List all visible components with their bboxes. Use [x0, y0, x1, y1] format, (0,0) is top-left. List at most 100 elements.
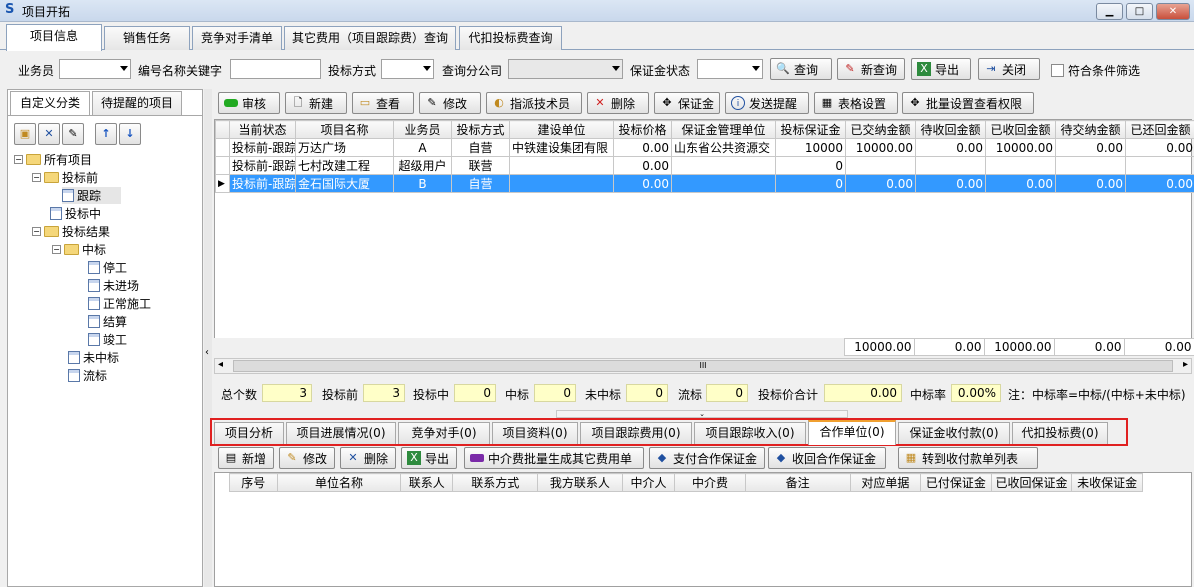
tree-node[interactable]: 未进场 — [88, 277, 139, 294]
new-query-button[interactable]: ✎ 新查询 — [837, 58, 905, 80]
tree-node[interactable]: 流标 — [68, 367, 107, 384]
col-header[interactable]: 投标保证金 — [775, 120, 846, 139]
view-button[interactable]: ▭ 查看 — [352, 92, 414, 114]
col-header[interactable]: 我方联系人 — [537, 473, 623, 492]
tab-competitors[interactable]: 竞争对手清单 — [192, 26, 282, 50]
col-header[interactable]: 中介人 — [621, 473, 676, 492]
salesman-select[interactable] — [59, 59, 131, 79]
tab-competitor[interactable]: 竞争对手(0) — [398, 422, 490, 444]
bottom-delete-button[interactable]: ✕ 删除 — [340, 447, 396, 469]
bottom-edit-button[interactable]: ✎ 修改 — [279, 447, 335, 469]
tree-node[interactable]: 结算 — [88, 313, 127, 330]
horizontal-scrollbar[interactable]: ◂ III ▸ — [214, 358, 1192, 374]
col-header[interactable]: 已付保证金 — [920, 473, 992, 492]
branch-select[interactable] — [508, 59, 623, 79]
tab-custom-category[interactable]: 自定义分类 — [10, 91, 90, 115]
delete-button[interactable]: ✕ 删除 — [587, 92, 649, 114]
scroll-right-icon[interactable]: ▸ — [1183, 359, 1188, 370]
tab-bid-fee-query[interactable]: 代扣投标费查询 — [459, 26, 562, 50]
col-header[interactable]: 备注 — [744, 473, 851, 492]
bid-method-select[interactable] — [381, 59, 434, 79]
edit-category-button[interactable]: ✎ — [62, 123, 84, 145]
collapse-icon[interactable]: − — [52, 245, 61, 254]
tree-node[interactable]: − 所有项目 — [14, 151, 92, 168]
panel-splitter[interactable]: ‹ — [204, 89, 212, 587]
tab-other-fees[interactable]: 其它费用（项目跟踪费）查询 — [284, 26, 456, 50]
batch-fee-button[interactable]: 中介费批量生成其它费用单 — [464, 447, 644, 469]
move-down-button[interactable]: ↓ — [119, 123, 141, 145]
col-header[interactable]: 待交纳金额 — [1055, 120, 1126, 139]
tree-node[interactable]: 投标中 — [50, 205, 101, 222]
table-row-selected[interactable]: ▶ 投标前-跟踪 金石国际大厦 B 自营 0.00 0 0.00 0.00 0.00 0.00 0.0… — [215, 174, 1194, 193]
tab-withheld-bid-fee[interactable]: 代扣投标费(0) — [1012, 422, 1108, 444]
table-settings-button[interactable]: ▦ 表格设置 — [814, 92, 898, 114]
to-payment-list-button[interactable]: ▦ 转到收付款单列表 — [898, 447, 1038, 469]
col-header[interactable]: 已收回金额 — [985, 120, 1056, 139]
add-button[interactable]: ▤ 新增 — [218, 447, 274, 469]
tab-documents[interactable]: 项目资料(0) — [492, 422, 578, 444]
deposit-status-select[interactable] — [697, 59, 763, 79]
query-button[interactable]: 🔍 查询 — [770, 58, 832, 80]
delete-category-button[interactable]: ✕ — [38, 123, 60, 145]
col-header[interactable]: 已交纳金额 — [845, 120, 916, 139]
tab-sales-task[interactable]: 销售任务 — [104, 26, 190, 50]
deposit-button[interactable]: ✥ 保证金 — [654, 92, 720, 114]
pay-deposit-button[interactable]: ◆ 支付合作保证金 — [649, 447, 765, 469]
col-header[interactable]: 保证金管理单位 — [671, 120, 776, 139]
tab-project-info[interactable]: 项目信息 — [6, 24, 102, 51]
tree-node[interactable]: − 投标结果 — [32, 223, 110, 240]
col-header[interactable]: 当前状态 — [229, 120, 296, 139]
batch-permission-button[interactable]: ✥ 批量设置查看权限 — [902, 92, 1034, 114]
collapse-icon[interactable]: − — [32, 173, 41, 182]
assign-tech-button[interactable]: ◐ 指派技术员 — [486, 92, 582, 114]
send-reminder-button[interactable]: i 发送提醒 — [725, 92, 809, 114]
table-row[interactable]: 投标前-跟踪 万达广场 A 自营 中铁建设集团有限 0.00 山东省公共资源交 10000 10… — [215, 138, 1194, 157]
collapse-panel-handle[interactable]: ⌄ — [556, 410, 848, 418]
close-button[interactable]: ⇥ 关闭 — [978, 58, 1040, 80]
tree-node[interactable]: 竣工 — [88, 331, 127, 348]
audit-button[interactable]: 审核 — [218, 92, 280, 114]
col-header[interactable]: 未收保证金 — [1071, 473, 1143, 492]
keyword-input[interactable] — [230, 59, 321, 79]
col-header[interactable]: 已还回金额 — [1125, 120, 1194, 139]
collapse-icon[interactable]: − — [32, 227, 41, 236]
col-header[interactable]: 序号 — [228, 473, 279, 492]
maximize-button[interactable]: □ — [1126, 3, 1153, 20]
col-header[interactable]: 投标价格 — [613, 120, 672, 139]
match-filter-checkbox[interactable] — [1051, 64, 1064, 77]
tab-project-analysis[interactable]: 项目分析 — [214, 422, 284, 444]
new-button[interactable]: 🗋 新建 — [285, 92, 347, 114]
col-header[interactable]: 项目名称 — [295, 120, 394, 139]
tab-tracking-income[interactable]: 项目跟踪收入(0) — [694, 422, 806, 444]
col-header[interactable]: 待收回金额 — [915, 120, 986, 139]
collapse-icon[interactable]: − — [14, 155, 23, 164]
col-header[interactable]: 联系方式 — [452, 473, 539, 492]
recv-deposit-button[interactable]: ◆ 收回合作保证金 — [768, 447, 886, 469]
col-header[interactable]: 业务员 — [393, 120, 452, 139]
close-window-button[interactable]: ✕ — [1156, 3, 1190, 20]
col-header[interactable]: 对应单据 — [849, 473, 922, 492]
minimize-button[interactable]: ▁ — [1096, 3, 1123, 20]
tree-node[interactable]: 未中标 — [68, 349, 119, 366]
col-header[interactable]: 建设单位 — [509, 120, 614, 139]
tree-node[interactable]: − 中标 — [52, 241, 106, 258]
tab-reminders[interactable]: 待提醒的项目 — [92, 91, 182, 115]
table-row[interactable]: 投标前-跟踪 七村改建工程 超级用户 联营 0.00 0 — [215, 156, 1194, 175]
bottom-export-button[interactable]: X 导出 — [401, 447, 457, 469]
move-up-button[interactable]: ↑ — [95, 123, 117, 145]
scroll-left-icon[interactable]: ◂ — [218, 359, 223, 370]
col-header[interactable]: 已收回保证金 — [990, 473, 1073, 492]
add-folder-button[interactable]: ▣ — [14, 123, 36, 145]
scroll-thumb[interactable]: III — [233, 360, 1173, 372]
tree-node[interactable]: 正常施工 — [88, 295, 151, 312]
tab-partners[interactable]: 合作单位(0) — [808, 420, 896, 445]
tree-node-selected[interactable]: 跟踪 — [62, 187, 122, 204]
export-button[interactable]: X 导出 — [911, 58, 971, 80]
tree-node[interactable]: − 投标前 — [32, 169, 98, 186]
col-header[interactable]: 联系人 — [399, 473, 454, 492]
tab-tracking-costs[interactable]: 项目跟踪费用(0) — [580, 422, 692, 444]
tab-progress[interactable]: 项目进展情况(0) — [286, 422, 396, 444]
tree-node[interactable]: 停工 — [88, 259, 127, 276]
col-header[interactable]: 投标方式 — [451, 120, 510, 139]
col-header[interactable]: 单位名称 — [277, 473, 401, 492]
